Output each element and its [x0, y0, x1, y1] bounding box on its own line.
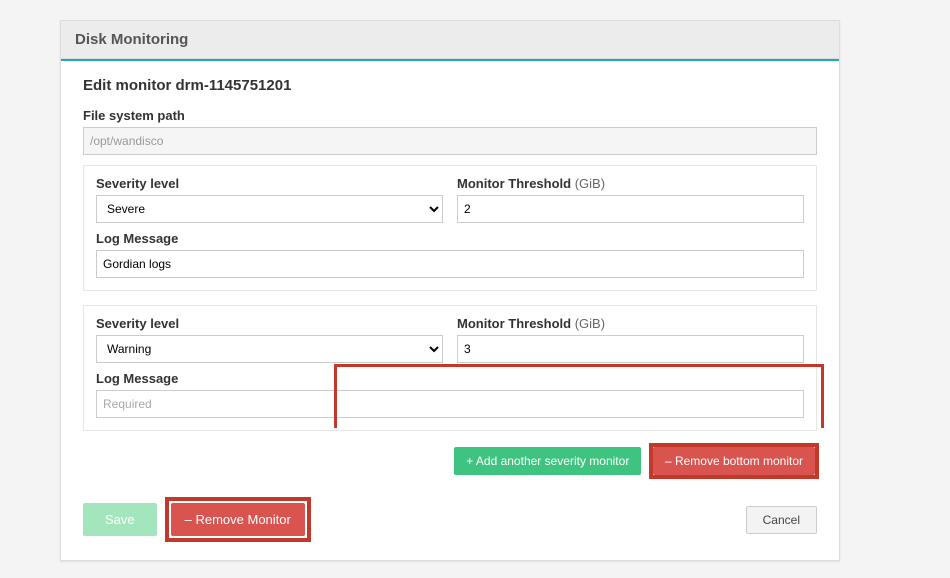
severity-select-2[interactable]: Warning — [96, 335, 443, 363]
panel-title: Disk Monitoring — [75, 31, 188, 48]
logmsg-label-2: Log Message — [96, 371, 804, 386]
save-button: Save — [83, 503, 157, 536]
section-button-row: + Add another severity monitor – Remove … — [83, 445, 817, 477]
add-severity-monitor-button[interactable]: + Add another severity monitor — [454, 447, 641, 475]
logmsg-label-1: Log Message — [96, 231, 804, 246]
severity-label-1: Severity level — [96, 176, 443, 191]
page-title: Edit monitor drm-1145751201 — [83, 77, 817, 94]
severity-label-2: Severity level — [96, 316, 443, 331]
severity-select-1[interactable]: Severe — [96, 195, 443, 223]
remove-bottom-monitor-button[interactable]: – Remove bottom monitor — [653, 447, 815, 475]
form-action-row: Save – Remove Monitor Cancel — [83, 503, 817, 536]
panel-header: Disk Monitoring — [61, 21, 839, 59]
threshold-label-1: Monitor Threshold (GiB) — [457, 176, 804, 191]
logmsg-input-2[interactable] — [96, 390, 804, 418]
fs-path-input — [83, 127, 817, 155]
fs-path-label: File system path — [83, 108, 817, 123]
threshold-label-2: Monitor Threshold (GiB) — [457, 316, 804, 331]
disk-monitoring-panel: Disk Monitoring Edit monitor drm-1145751… — [60, 20, 840, 561]
cancel-button[interactable]: Cancel — [746, 506, 817, 534]
threshold-input-1[interactable] — [457, 195, 804, 223]
monitor-section-2: Severity level Warning Monitor Threshold… — [83, 305, 817, 431]
fs-path-block: File system path — [83, 108, 817, 155]
threshold-input-2[interactable] — [457, 335, 804, 363]
monitor-section-1: Severity level Severe Monitor Threshold … — [83, 165, 817, 291]
logmsg-input-1[interactable] — [96, 250, 804, 278]
remove-monitor-button[interactable]: – Remove Monitor — [171, 503, 305, 536]
